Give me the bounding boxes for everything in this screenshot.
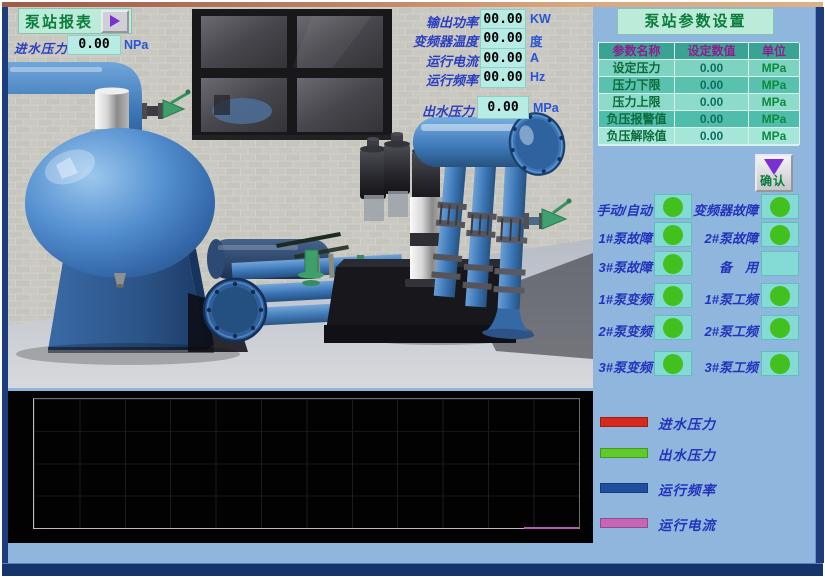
green-lamp-icon <box>770 318 790 338</box>
status-label-pump2-vfd: 2#泵变频 <box>552 321 652 340</box>
status-label-pump1-mains: 1#泵工频 <box>688 289 758 308</box>
trend-plot-area <box>33 398 580 529</box>
legend-swatch-outlet-pressure <box>600 448 648 458</box>
status-label-spare: 备 用 <box>688 257 758 276</box>
status-lamp-pump1-fault <box>654 222 692 247</box>
status-label-manual-auto: 手动/自动 <box>552 200 652 219</box>
vfd-temperature-unit: 度 <box>530 31 543 50</box>
setting-name: 压力下限 <box>599 77 675 94</box>
green-lamp-icon <box>770 286 790 306</box>
green-lamp-icon <box>770 354 790 374</box>
triangle-right-icon <box>110 15 120 27</box>
inlet-pressure-value: 0.00 <box>67 35 121 55</box>
legend-swatch-inlet-pressure <box>600 417 648 427</box>
status-lamp-pump3-vfd <box>654 351 692 376</box>
window <box>192 9 392 140</box>
vfd-temperature-label: 变频器温度 <box>388 31 478 50</box>
status-lamp-pump1-vfd <box>654 283 692 308</box>
status-label-pump3-vfd: 3#泵变频 <box>552 357 652 376</box>
status-label-pump2-fault: 2#泵故障 <box>688 228 758 247</box>
status-lamp-pump2-vfd <box>654 315 692 340</box>
setting-unit: MPa <box>749 94 800 111</box>
legend-label-inlet-pressure: 进水压力 <box>658 413 716 433</box>
status-lamp-pump2-mains <box>761 315 799 340</box>
current-trace-segment <box>524 527 579 529</box>
setting-value[interactable]: 0.00 <box>675 77 749 94</box>
running-current-unit: A <box>530 51 539 65</box>
pump-station-hmi-screen: 泵站报表 进水压力 0.00 NPa 输出功率 00.00 KW 变频器温度 0… <box>0 0 825 577</box>
status-lamp-pump3-mains <box>761 351 799 376</box>
setting-unit: MPa <box>749 77 800 94</box>
status-lamp-pump3-fault <box>654 251 692 276</box>
legend-label-running-frequency: 运行频率 <box>658 479 716 499</box>
confirm-button-label: 确认 <box>760 172 786 189</box>
inlet-pressure-unit: NPa <box>124 38 148 52</box>
status-lamp-vfd-fault <box>761 194 799 219</box>
green-lamp-icon <box>663 354 683 374</box>
setting-unit: MPa <box>749 111 800 128</box>
inlet-pressure-label: 进水压力 <box>14 38 68 57</box>
settings-table: 参数名称 设定数值 单位 设定压力 0.00 MPa 压力下限 0.00 MPa… <box>598 42 799 146</box>
outlet-pressure-value: 0.00 <box>477 96 529 119</box>
setting-unit: MPa <box>749 128 800 145</box>
setting-value[interactable]: 0.00 <box>675 60 749 77</box>
frame-bottom <box>2 563 823 576</box>
green-lamp-icon <box>663 254 683 274</box>
setting-name: 负压报警值 <box>599 111 675 128</box>
status-label-pump1-fault: 1#泵故障 <box>552 228 652 247</box>
legend-label-running-current: 运行电流 <box>658 514 716 534</box>
settings-col-header: 参数名称 <box>599 43 675 60</box>
setting-name: 负压解除值 <box>599 128 675 145</box>
outlet-pressure-unit: MPa <box>533 101 559 115</box>
status-label-pump3-fault: 3#泵故障 <box>552 257 652 276</box>
green-lamp-icon <box>770 197 790 217</box>
confirm-button[interactable]: 确认 <box>755 154 793 192</box>
green-lamp-icon <box>663 225 683 245</box>
output-power-unit: KW <box>530 12 551 26</box>
running-frequency-value: 00.00 <box>480 67 526 88</box>
running-frequency-unit: Hz <box>530 70 545 84</box>
status-label-pump3-mains: 3#泵工频 <box>688 357 758 376</box>
status-lamp-manual-auto <box>654 194 692 219</box>
legend-label-outlet-pressure: 出水压力 <box>658 444 716 464</box>
setting-unit: MPa <box>749 60 800 77</box>
green-lamp-icon <box>663 318 683 338</box>
running-current-value: 00.00 <box>480 48 526 69</box>
legend-swatch-running-current <box>600 518 648 528</box>
setting-value[interactable]: 0.00 <box>675 111 749 128</box>
frame-right <box>815 7 824 563</box>
status-label-pump1-vfd: 1#泵变频 <box>552 289 652 308</box>
green-lamp-icon <box>663 197 683 217</box>
trend-chart <box>8 391 593 543</box>
green-lamp-icon <box>770 225 790 245</box>
vfd-temperature-value: 00.00 <box>480 28 526 49</box>
settings-col-header: 设定数值 <box>675 43 749 60</box>
status-lamp-pump1-mains <box>761 283 799 308</box>
status-label-pump2-mains: 2#泵工频 <box>688 321 758 340</box>
report-button-label: 泵站报表 <box>19 11 101 32</box>
output-power-value: 00.00 <box>480 9 526 30</box>
report-button[interactable]: 泵站报表 <box>18 8 132 34</box>
settings-panel-title: 泵站参数设置 <box>617 8 774 35</box>
output-power-label: 输出功率 <box>388 12 478 31</box>
settings-col-header: 单位 <box>749 43 800 60</box>
running-frequency-label: 运行频率 <box>388 70 478 89</box>
running-current-label: 运行电流 <box>388 51 478 70</box>
status-lamp-pump2-fault <box>761 222 799 247</box>
play-icon[interactable] <box>101 10 129 33</box>
setting-value[interactable]: 0.00 <box>675 94 749 111</box>
setting-value[interactable]: 0.00 <box>675 128 749 145</box>
legend-swatch-running-frequency <box>600 483 648 493</box>
status-label-vfd-fault: 变频器故障 <box>688 200 758 219</box>
green-lamp-icon <box>663 286 683 306</box>
setting-name: 压力上限 <box>599 94 675 111</box>
setting-name: 设定压力 <box>599 60 675 77</box>
status-lamp-spare-empty <box>761 251 799 276</box>
outlet-pressure-label: 出水压力 <box>404 101 474 120</box>
